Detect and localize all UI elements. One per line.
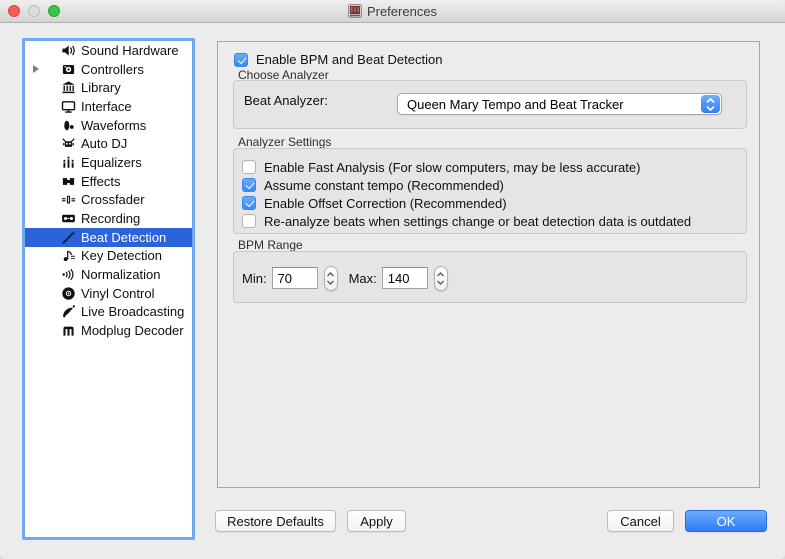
sidebar-item-label: Vinyl Control bbox=[81, 286, 154, 301]
sidebar-item-label: Effects bbox=[81, 174, 121, 189]
bpm-min-label: Min: bbox=[242, 271, 267, 286]
sidebar-item-modplug-decoder[interactable]: Modplug Decoder bbox=[25, 321, 192, 340]
choose-analyzer-group: Beat Analyzer: Queen Mary Tempo and Beat… bbox=[233, 80, 747, 129]
beat-detection-pane: Enable BPM and Beat Detection Choose Ana… bbox=[217, 41, 760, 488]
apply-button[interactable]: Apply bbox=[347, 510, 406, 532]
constant-tempo-label: Assume constant tempo (Recommended) bbox=[264, 178, 504, 193]
beat-analyzer-label: Beat Analyzer: bbox=[244, 93, 328, 108]
preferences-window: Preferences Sound Hardware Controllers L… bbox=[0, 0, 785, 559]
vinyl-record-icon bbox=[61, 286, 76, 301]
reanalyze-row: Re-analyze beats when settings change or… bbox=[242, 212, 754, 230]
sidebar-item-label: Controllers bbox=[81, 62, 144, 77]
disclosure-triangle-icon[interactable] bbox=[33, 65, 39, 73]
sidebar-item-label: Crossfader bbox=[81, 192, 145, 207]
bpm-range-title: BPM Range bbox=[238, 238, 303, 252]
enable-bpm-label: Enable BPM and Beat Detection bbox=[256, 52, 442, 67]
bpm-max-stepper[interactable] bbox=[434, 266, 448, 291]
sidebar-item-label: Sound Hardware bbox=[81, 43, 179, 58]
offset-correction-label: Enable Offset Correction (Recommended) bbox=[264, 196, 507, 211]
bpm-range-row: Min: Max: bbox=[242, 265, 448, 291]
bpm-max-input[interactable] bbox=[382, 267, 428, 289]
zoom-button[interactable] bbox=[48, 5, 60, 17]
wand-icon bbox=[61, 230, 76, 245]
reanalyze-checkbox[interactable] bbox=[242, 214, 256, 228]
sidebar-item-key-detection[interactable]: Key Detection bbox=[25, 247, 192, 266]
sidebar-item-recording[interactable]: Recording bbox=[25, 209, 192, 228]
window-title: Preferences bbox=[367, 4, 437, 19]
cassette-icon bbox=[61, 211, 76, 226]
combo-updown-arrows-icon[interactable] bbox=[701, 95, 720, 113]
sidebar-item-label: Recording bbox=[81, 211, 140, 226]
sidebar-item-label: Auto DJ bbox=[81, 136, 127, 151]
minimize-button[interactable] bbox=[28, 5, 40, 17]
bpm-max-label: Max: bbox=[349, 271, 377, 286]
fast-analysis-label: Enable Fast Analysis (For slow computers… bbox=[264, 160, 640, 175]
sidebar-item-normalization[interactable]: Normalization bbox=[25, 265, 192, 284]
sidebar-item-label: Beat Detection bbox=[81, 230, 166, 245]
fast-analysis-checkbox[interactable] bbox=[242, 160, 256, 174]
sidebar-item-vinyl-control[interactable]: Vinyl Control bbox=[25, 284, 192, 303]
sidebar-item-live-broadcasting[interactable]: Live Broadcasting bbox=[25, 303, 192, 322]
sidebar-item-interface[interactable]: Interface bbox=[25, 97, 192, 116]
modplug-icon bbox=[61, 323, 76, 338]
fast-analysis-row: Enable Fast Analysis (For slow computers… bbox=[242, 158, 754, 176]
sidebar-item-label: Key Detection bbox=[81, 248, 162, 263]
beat-analyzer-select[interactable]: Queen Mary Tempo and Beat Tracker bbox=[397, 93, 722, 115]
beat-analyzer-selected-option: Queen Mary Tempo and Beat Tracker bbox=[398, 97, 624, 112]
close-button[interactable] bbox=[8, 5, 20, 17]
offset-correction-checkbox[interactable] bbox=[242, 196, 256, 210]
app-preferences-icon bbox=[348, 4, 362, 18]
sidebar-item-label: Waveforms bbox=[81, 118, 146, 133]
title-bar: Preferences bbox=[0, 0, 785, 23]
constant-tempo-row: Assume constant tempo (Recommended) bbox=[242, 176, 754, 194]
sidebar-item-sound-hardware[interactable]: Sound Hardware bbox=[25, 41, 192, 60]
analyzer-settings-group: Enable Fast Analysis (For slow computers… bbox=[233, 148, 747, 234]
speaker-icon bbox=[61, 43, 76, 58]
reanalyze-label: Re-analyze beats when settings change or… bbox=[264, 214, 691, 229]
effects-plug-icon bbox=[61, 174, 76, 189]
bpm-range-group: Min: Max: bbox=[233, 251, 747, 303]
sidebar-item-label: Modplug Decoder bbox=[81, 323, 184, 338]
controller-icon bbox=[61, 62, 76, 77]
preferences-category-list: Sound Hardware Controllers Library Inter… bbox=[22, 38, 195, 540]
sidebar-item-label: Normalization bbox=[81, 267, 160, 282]
equalizer-bars-icon bbox=[61, 155, 76, 170]
sidebar-item-label: Equalizers bbox=[81, 155, 142, 170]
sidebar-item-effects[interactable]: Effects bbox=[25, 172, 192, 191]
traffic-lights bbox=[8, 5, 60, 17]
bpm-min-stepper[interactable] bbox=[324, 266, 338, 291]
sidebar-item-library[interactable]: Library bbox=[25, 78, 192, 97]
sidebar-item-auto-dj[interactable]: Auto DJ bbox=[25, 134, 192, 153]
bpm-min-input[interactable] bbox=[272, 267, 318, 289]
sidebar-item-controllers[interactable]: Controllers bbox=[25, 60, 192, 79]
ok-button[interactable]: OK bbox=[685, 510, 767, 532]
analyzer-settings-title: Analyzer Settings bbox=[238, 135, 331, 149]
sidebar-item-waveforms[interactable]: Waveforms bbox=[25, 116, 192, 135]
music-note-icon bbox=[61, 248, 76, 263]
enable-bpm-row: Enable BPM and Beat Detection bbox=[234, 52, 442, 67]
enable-bpm-checkbox[interactable] bbox=[234, 53, 248, 67]
bank-icon bbox=[61, 80, 76, 95]
sidebar-item-label: Live Broadcasting bbox=[81, 304, 184, 319]
sound-waves-icon bbox=[61, 267, 76, 282]
sidebar-item-equalizers[interactable]: Equalizers bbox=[25, 153, 192, 172]
sidebar-item-crossfader[interactable]: Crossfader bbox=[25, 191, 192, 210]
monitor-icon bbox=[61, 99, 76, 114]
restore-defaults-button[interactable]: Restore Defaults bbox=[215, 510, 336, 532]
robot-icon bbox=[61, 136, 76, 151]
sidebar-item-label: Interface bbox=[81, 99, 132, 114]
cancel-button[interactable]: Cancel bbox=[607, 510, 674, 532]
constant-tempo-checkbox[interactable] bbox=[242, 178, 256, 192]
satellite-dish-icon bbox=[61, 304, 76, 319]
waveform-icon bbox=[61, 118, 76, 133]
crossfader-icon bbox=[61, 192, 76, 207]
offset-correction-row: Enable Offset Correction (Recommended) bbox=[242, 194, 754, 212]
sidebar-item-label: Library bbox=[81, 80, 121, 95]
sidebar-item-beat-detection[interactable]: Beat Detection bbox=[25, 228, 192, 247]
